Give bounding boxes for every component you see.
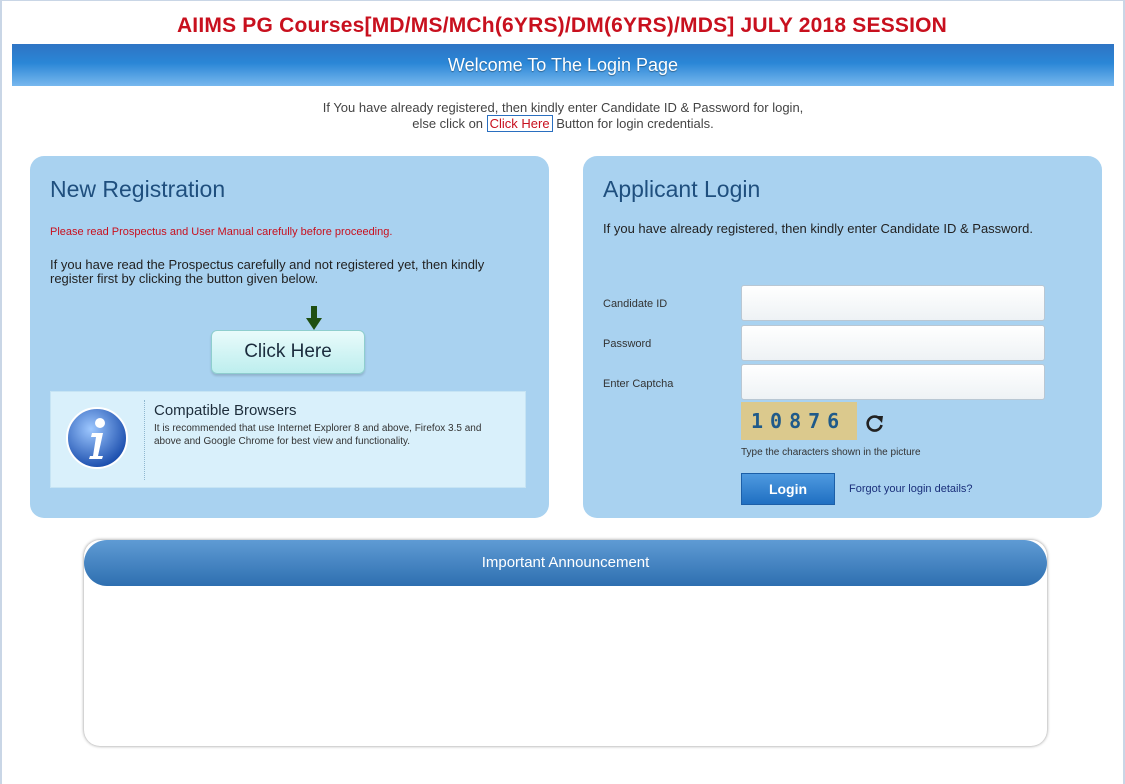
forgot-login-link[interactable]: Forgot your login details? xyxy=(849,483,973,495)
intro-line-2-prefix: else click on xyxy=(412,116,487,131)
password-label: Password xyxy=(603,338,652,350)
compatible-browsers-text: It is recommended that use Internet Expl… xyxy=(154,423,482,447)
intro-line-1: If You have already registered, then kin… xyxy=(322,100,804,115)
page-title: AIIMS PG Courses[MD/MS/MCh(6YRS)/DM(6YRS… xyxy=(176,14,948,37)
candidate-id-input[interactable] xyxy=(741,285,1045,321)
candidate-id-label: Candidate ID xyxy=(603,298,668,310)
new-registration-panel: New Registration Please read Prospectus … xyxy=(30,156,549,518)
captcha-hint: Type the characters shown in the picture xyxy=(741,447,921,458)
captcha-input[interactable] xyxy=(741,364,1045,400)
compatible-browsers-box: Compatible Browsers It is recommended th… xyxy=(50,391,526,488)
refresh-captcha-icon[interactable] xyxy=(865,413,885,433)
intro-line-2-suffix: Button for login credentials. xyxy=(552,116,714,131)
captcha-image: 10876 xyxy=(741,402,857,440)
applicant-login-panel: Applicant Login If you have already regi… xyxy=(583,156,1102,518)
intro-line-2: else click on Click Here Button for logi… xyxy=(12,115,1114,132)
applicant-login-title: Applicant Login xyxy=(603,176,761,202)
registration-instructions: If you have read the Prospectus carefull… xyxy=(50,257,485,286)
browsers-divider xyxy=(144,400,145,480)
announcement-box: Important Announcement xyxy=(84,540,1047,746)
register-click-here-button[interactable]: Click Here xyxy=(211,330,365,374)
new-registration-title: New Registration xyxy=(50,176,226,202)
login-instructions: If you have already registered, then kin… xyxy=(603,221,1033,236)
captcha-label: Enter Captcha xyxy=(603,378,674,390)
announcement-title: Important Announcement xyxy=(84,540,1047,586)
password-input[interactable] xyxy=(741,325,1045,361)
info-icon xyxy=(66,407,128,469)
login-button[interactable]: Login xyxy=(741,473,835,505)
intro-text: If You have already registered, then kin… xyxy=(12,100,1114,132)
intro-click-here-link[interactable]: Click Here xyxy=(486,115,553,132)
welcome-banner: Welcome To The Login Page xyxy=(12,44,1114,86)
compatible-browsers-title: Compatible Browsers xyxy=(154,402,297,419)
prospectus-note: Please read Prospectus and User Manual c… xyxy=(50,226,393,238)
arrow-down-icon xyxy=(306,306,322,330)
